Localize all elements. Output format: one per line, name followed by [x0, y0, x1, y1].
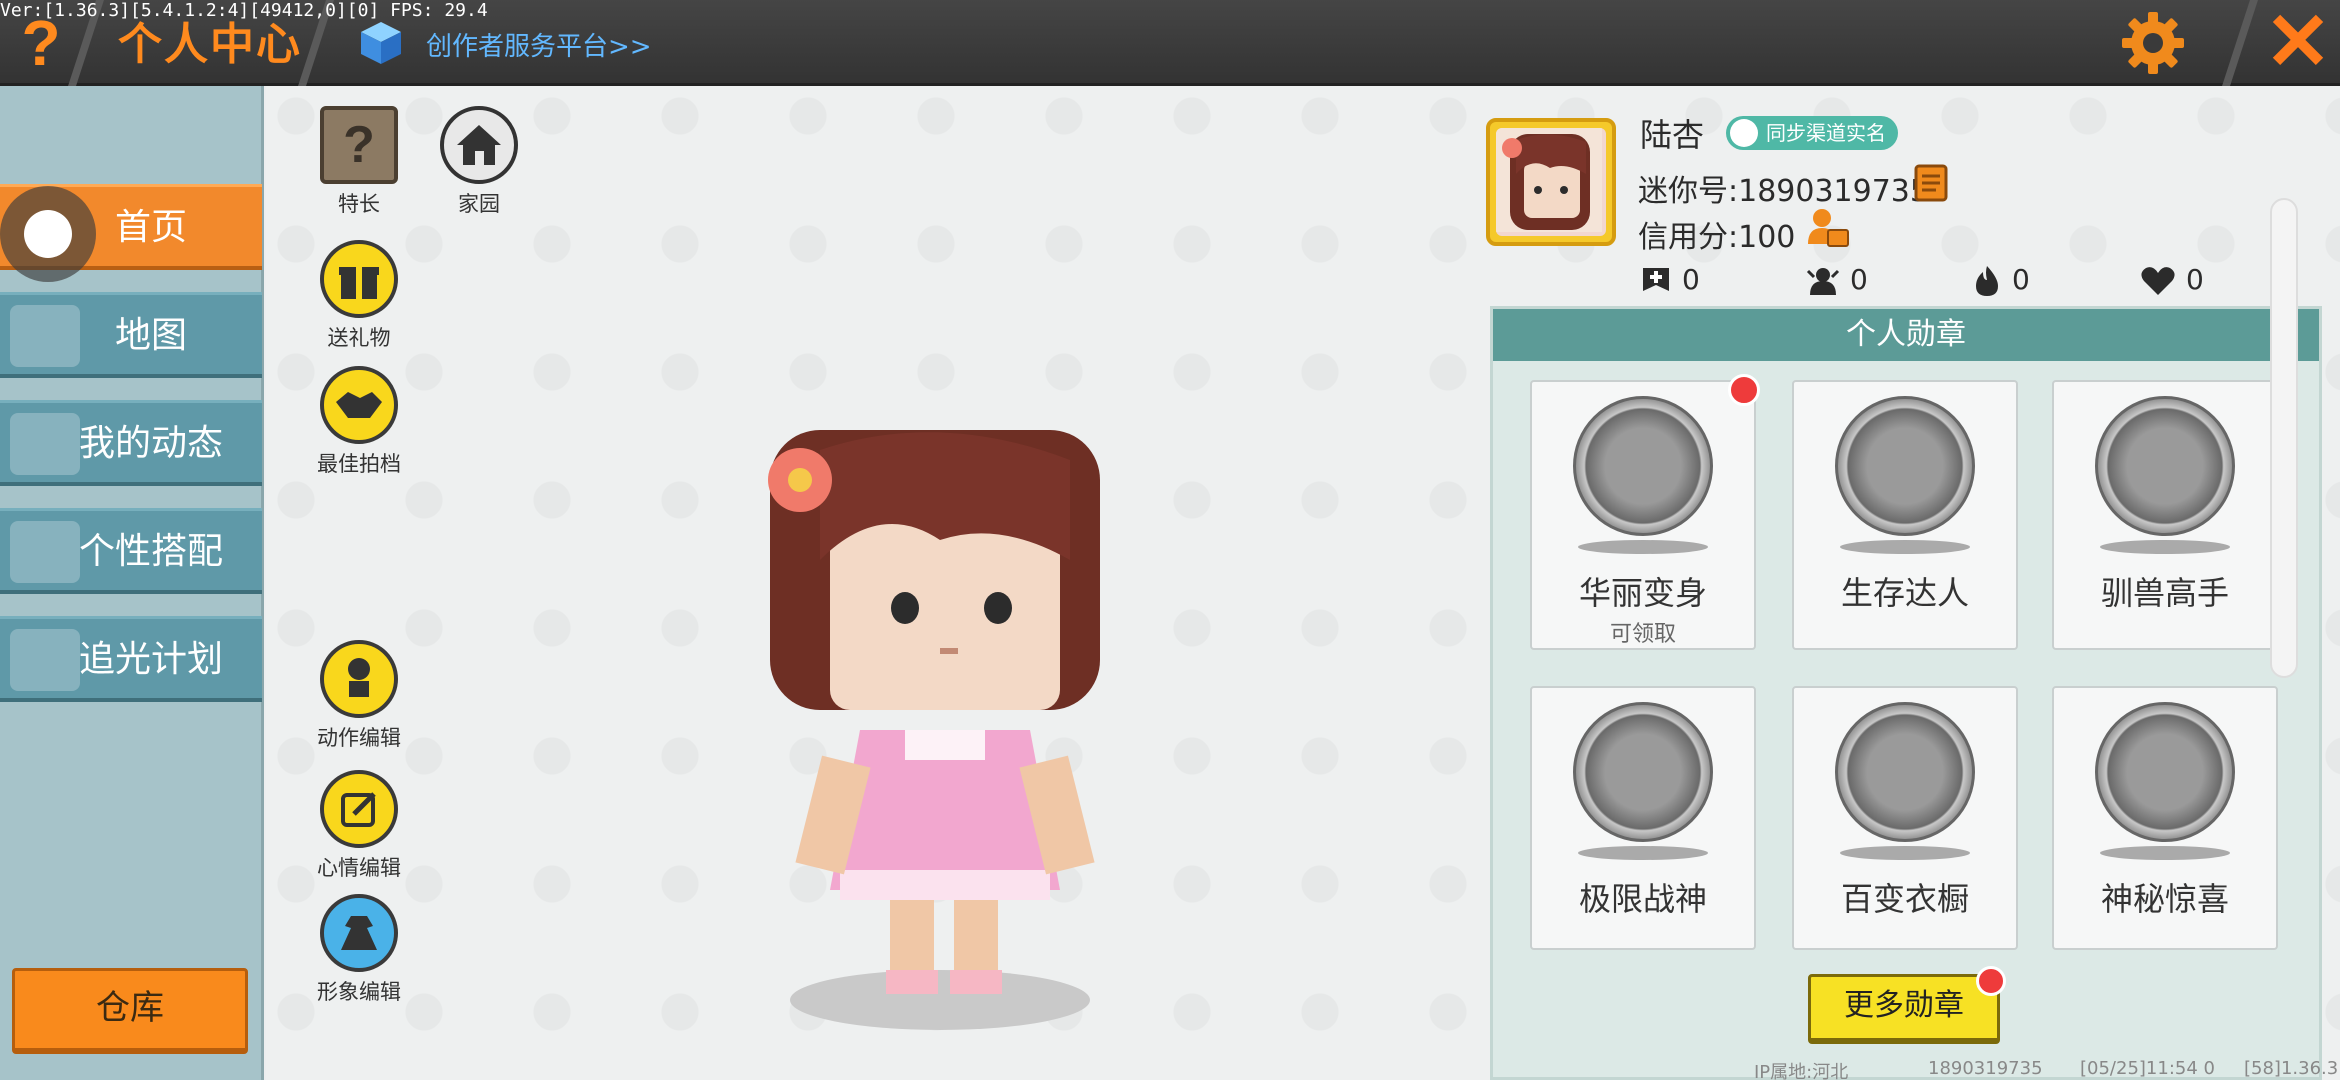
- top-bar: Ver:[1.36.3][5.4.1.2:4][49412,0][0] FPS:…: [0, 0, 2340, 86]
- realname-badge[interactable]: 同步渠道实名: [1726, 116, 1898, 150]
- sidebar-item-label: 地图: [114, 315, 187, 356]
- image-edit-button[interactable]: 形象编辑: [304, 894, 414, 1006]
- medal-scrollbar[interactable]: [2270, 198, 2298, 678]
- credit-score: 信用分:100: [1638, 220, 1796, 255]
- mini-id: 迷你号:1890319735: [1638, 174, 1929, 209]
- ip-location: IP属地:河北: [1754, 1062, 1849, 1080]
- medal-card-mystery-surprise[interactable]: 神秘惊喜: [2052, 686, 2278, 950]
- footer-time: [05/25]11:54 0: [2080, 1058, 2215, 1079]
- stat-value: 0: [1682, 263, 1700, 296]
- avatar-image: [1496, 128, 1606, 236]
- sidebar-item-label: 追光计划: [78, 639, 223, 680]
- stat-add-friend: 0: [1640, 262, 1700, 298]
- stat-likes: 0: [2140, 262, 2204, 298]
- sidebar-item-label: 我的动态: [78, 423, 223, 464]
- question-box-icon: ?: [320, 106, 398, 184]
- medal-name: 神秘惊喜: [2100, 880, 2229, 918]
- gift-button[interactable]: 送礼物: [304, 240, 414, 352]
- medal-gift-box-icon: [2095, 702, 2235, 842]
- medal-card-beast-tamer[interactable]: 驯兽高手: [2052, 380, 2278, 650]
- sidebar-item-map[interactable]: 地图: [0, 292, 262, 378]
- realname-badge-label: 同步渠道实名: [1766, 121, 1886, 145]
- mood-edit-button[interactable]: 心情编辑: [304, 770, 414, 882]
- stat-value: 0: [2186, 263, 2204, 296]
- warehouse-button[interactable]: 仓库: [12, 968, 248, 1054]
- username: 陆杏: [1640, 116, 1705, 154]
- handshake-icon: [320, 366, 398, 444]
- mood-edit-label: 心情编辑: [317, 856, 401, 880]
- notification-dot: [1976, 966, 2006, 996]
- more-medals-button[interactable]: 更多勋章: [1808, 974, 2000, 1044]
- floating-toggle-button[interactable]: [0, 186, 96, 282]
- notification-dot: [1728, 374, 1760, 406]
- home-button[interactable]: 家园: [424, 106, 534, 218]
- medal-boss-icon: [1573, 702, 1713, 842]
- house-icon: [440, 106, 518, 184]
- medal-panel-title: 个人勋章: [1493, 309, 2319, 361]
- medal-claimable-text: 可领取: [1609, 622, 1676, 647]
- user-verified-icon: [1730, 119, 1758, 147]
- best-partner-label: 最佳拍档: [317, 452, 401, 476]
- medal-shadow: [2100, 846, 2230, 860]
- gift-label: 送礼物: [327, 326, 391, 350]
- action-edit-label: 动作编辑: [317, 726, 401, 750]
- specialty-button[interactable]: ? 特长: [304, 106, 414, 218]
- medal-name: 生存达人: [1840, 574, 1969, 612]
- medal-card-ultimate-warrior[interactable]: 极限战神: [1530, 686, 1756, 950]
- sidebar-item-outfit[interactable]: 个性搭配: [0, 508, 262, 594]
- heart-icon: [2141, 267, 2175, 295]
- divider: [2222, 0, 2258, 86]
- add-friend-icon: [1643, 268, 1669, 291]
- footer-uid: 1890319735: [1928, 1058, 2043, 1079]
- medal-campfire-icon: [1835, 396, 1975, 536]
- stat-fans: 0: [1806, 262, 1868, 298]
- stat-popularity: 0: [1972, 262, 2030, 298]
- cube-icon[interactable]: [356, 18, 406, 68]
- sidebar: 首页 地图 我的动态 个性搭配 追光计划 仓库: [0, 86, 264, 1080]
- medal-wardrobe-icon: [1835, 702, 1975, 842]
- medal-shadow: [2100, 540, 2230, 554]
- gear-icon[interactable]: [2120, 10, 2186, 76]
- medal-name: 华丽变身: [1578, 574, 1707, 612]
- medal-card-survival-master[interactable]: 生存达人: [1792, 380, 2018, 650]
- close-button[interactable]: ✕: [2258, 2, 2338, 82]
- fans-icon: [1806, 268, 1840, 295]
- robot-icon: [320, 640, 398, 718]
- best-partner-button[interactable]: 最佳拍档: [304, 366, 414, 478]
- gift-icon: [320, 240, 398, 318]
- sidebar-item-light-plan[interactable]: 追光计划: [0, 616, 262, 702]
- image-edit-label: 形象编辑: [317, 980, 401, 1004]
- footer-version: [58]1.36.3: [2244, 1058, 2339, 1079]
- medal-transform-icon: [1573, 396, 1713, 536]
- edit-icon: [320, 770, 398, 848]
- debug-version-text: Ver:[1.36.3][5.4.1.2:4][49412,0][0] FPS:…: [0, 0, 488, 21]
- medal-name: 驯兽高手: [2100, 574, 2229, 612]
- sidebar-item-my-feed[interactable]: 我的动态: [0, 400, 262, 486]
- action-edit-button[interactable]: 动作编辑: [304, 640, 414, 752]
- fire-icon: [1976, 266, 1998, 296]
- medal-card-wardrobe[interactable]: 百变衣橱: [1792, 686, 2018, 950]
- player-character[interactable]: [740, 430, 1160, 1030]
- home-label: 家园: [458, 192, 500, 216]
- medal-shadow: [1840, 540, 1970, 554]
- copy-icon[interactable]: [1912, 162, 1950, 204]
- medal-shadow: [1578, 540, 1708, 554]
- medal-name: 百变衣橱: [1840, 880, 1969, 918]
- medal-shadow: [1840, 846, 1970, 860]
- stat-value: 0: [1850, 263, 1868, 296]
- stat-value: 0: [2012, 263, 2030, 296]
- creator-platform-link[interactable]: 创作者服务平台>>: [426, 26, 652, 63]
- sidebar-item-label: 个性搭配: [78, 531, 223, 572]
- dress-icon: [320, 894, 398, 972]
- medal-name: 极限战神: [1578, 880, 1707, 918]
- medal-horse-icon: [2095, 396, 2235, 536]
- avatar[interactable]: [1486, 118, 1616, 246]
- specialty-label: 特长: [338, 192, 380, 216]
- credit-info-icon[interactable]: [1806, 206, 1850, 248]
- map-icon: [10, 305, 80, 367]
- medal-card-gorgeous-transform[interactable]: 华丽变身 可领取: [1530, 380, 1756, 650]
- medal-shadow: [1578, 846, 1708, 860]
